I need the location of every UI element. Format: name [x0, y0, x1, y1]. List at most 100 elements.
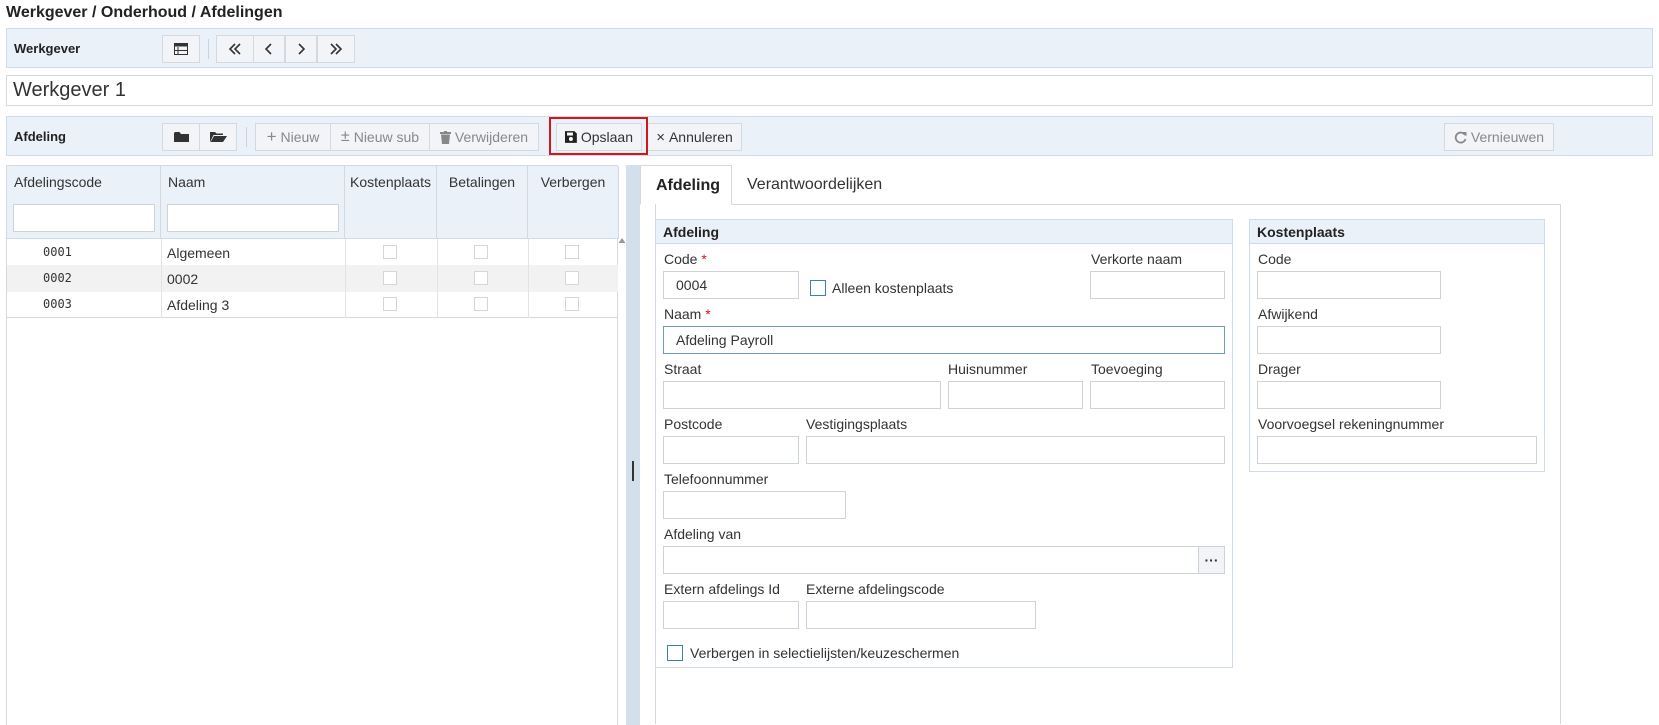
previous-record-button[interactable] [253, 35, 285, 63]
column-header-betalingen[interactable]: Betalingen [437, 166, 528, 198]
filter-cell-naam [161, 198, 345, 239]
row-verbergen-checkbox[interactable] [565, 245, 579, 259]
afwijkend-field[interactable] [1257, 326, 1441, 354]
row-name: Afdeling 3 [167, 297, 230, 313]
pane-splitter[interactable] [626, 165, 640, 725]
telefoonnummer-field[interactable] [663, 491, 846, 519]
afwijkend-label: Afwijkend [1258, 306, 1318, 322]
next-record-button[interactable] [285, 35, 317, 63]
postcode-field[interactable] [663, 436, 799, 464]
extern-id-label: Extern afdelings Id [664, 581, 780, 597]
row-verbergen-checkbox[interactable] [565, 271, 579, 285]
filter-input-afdelingscode[interactable] [13, 204, 155, 232]
verkorte-naam-field[interactable] [1090, 271, 1225, 299]
afdeling-van-label: Afdeling van [664, 526, 742, 542]
filter-cell-afdelingscode [7, 198, 161, 239]
expand-folder-button[interactable] [199, 123, 237, 151]
filter-input-naam[interactable] [167, 204, 339, 232]
scroll-up-arrow-icon[interactable] [618, 237, 626, 245]
verbergen-label: Verbergen in selectielijsten/keuzescherm… [690, 645, 960, 661]
tab-verantwoordelijken[interactable]: Verantwoordelijken [747, 165, 897, 205]
plus-icon: + [266, 127, 277, 146]
trash-icon [439, 130, 451, 144]
naam-label: Naam * [664, 306, 711, 322]
row-betalingen-checkbox[interactable] [474, 271, 488, 285]
refresh-button-label: Vernieuwen [1470, 129, 1545, 145]
new-button[interactable]: + Nieuw [255, 123, 331, 151]
naam-field[interactable]: Afdeling Payroll [663, 326, 1225, 354]
drager-field[interactable] [1257, 381, 1441, 409]
werkgever-title: Werkgever 1 [6, 75, 1653, 106]
save-button-highlight [549, 117, 648, 155]
column-header-kostenplaats[interactable]: Kostenplaats [345, 166, 437, 198]
voorvoegsel-label: Voorvoegsel rekeningnummer [1258, 416, 1444, 432]
filter-cell-verbergen [528, 198, 619, 239]
vestigingsplaats-field[interactable] [806, 436, 1225, 464]
row-kostenplaats-checkbox[interactable] [383, 297, 397, 311]
refresh-button[interactable]: Vernieuwen [1444, 123, 1554, 151]
last-record-button[interactable] [317, 35, 355, 63]
kp-code-field[interactable] [1257, 271, 1441, 299]
afdeling-toolbar: Afdeling + Nieuw ± Nieuw sub Verwijderen O… [6, 116, 1653, 156]
alleen-kostenplaats-label: Alleen kostenplaats [832, 280, 954, 296]
delete-button[interactable]: Verwijderen [429, 123, 539, 151]
drager-label: Drager [1258, 361, 1301, 377]
column-header-naam[interactable]: Naam [161, 166, 345, 198]
huisnummer-label: Huisnummer [948, 361, 1028, 377]
row-kostenplaats-checkbox[interactable] [383, 245, 397, 259]
code-label: Code * [664, 251, 707, 267]
collapse-folder-button[interactable] [162, 123, 200, 151]
cancel-button[interactable]: × Annuleren [647, 123, 742, 151]
row-code: 0001 [43, 245, 72, 259]
double-chevron-left-icon [228, 43, 241, 55]
afdeling-van-field[interactable] [663, 546, 1199, 574]
kp-code-label: Code [1258, 251, 1292, 267]
afdeling-panel-title: Afdeling [656, 220, 1232, 244]
double-chevron-right-icon [330, 43, 343, 55]
tab-afdeling[interactable]: Afdeling [640, 165, 732, 205]
voorvoegsel-field[interactable] [1257, 436, 1537, 464]
row-name: 0002 [167, 271, 199, 287]
breadcrumb: Werkgever / Onderhoud / Afdelingen [6, 4, 283, 21]
chevron-left-icon [265, 43, 272, 55]
code-field[interactable]: 0004 [663, 271, 799, 299]
column-header-verbergen[interactable]: Verbergen [528, 166, 619, 198]
werkgever-label: Werkgever [14, 41, 81, 56]
verbergen-checkbox[interactable] [667, 645, 683, 661]
afdelingen-grid: Afdelingscode Naam Kostenplaats Betaling… [6, 165, 619, 725]
werkgever-toolbar: Werkgever [6, 28, 1653, 68]
table-row[interactable]: 0001 Algemeen [7, 239, 618, 266]
kostenplaats-panel-title: Kostenplaats [1250, 220, 1544, 244]
table-row[interactable]: 0002 0002 [7, 265, 618, 292]
list-view-button[interactable] [162, 35, 200, 63]
row-betalingen-checkbox[interactable] [474, 297, 488, 311]
toevoeging-field[interactable] [1090, 381, 1225, 409]
straat-field[interactable] [663, 381, 941, 409]
extern-id-field[interactable] [663, 601, 799, 629]
folder-open-icon [209, 132, 227, 142]
afdeling-toolbar-label: Afdeling [14, 129, 66, 144]
postcode-label: Postcode [664, 416, 723, 432]
toevoeging-label: Toevoeging [1091, 361, 1163, 377]
new-sub-button-label: Nieuw sub [353, 129, 420, 145]
ellipsis-icon: ··· [1204, 552, 1219, 568]
refresh-icon [1454, 131, 1467, 143]
table-row[interactable]: 0003 Afdeling 3 [7, 291, 618, 318]
alleen-kostenplaats-checkbox[interactable] [810, 280, 826, 296]
folder-icon [173, 132, 189, 142]
splitter-handle[interactable] [632, 461, 634, 481]
afdeling-van-lookup-button[interactable]: ··· [1198, 546, 1225, 574]
huisnummer-field[interactable] [948, 381, 1083, 409]
row-kostenplaats-checkbox[interactable] [383, 271, 397, 285]
row-betalingen-checkbox[interactable] [474, 245, 488, 259]
cancel-button-label: Annuleren [668, 129, 733, 145]
grid-header: Afdelingscode Naam Kostenplaats Betaling… [7, 166, 619, 239]
new-sub-button[interactable]: ± Nieuw sub [330, 123, 430, 151]
delete-button-label: Verwijderen [454, 129, 529, 145]
column-header-afdelingscode[interactable]: Afdelingscode [7, 166, 161, 198]
externe-code-field[interactable] [806, 601, 1036, 629]
row-verbergen-checkbox[interactable] [565, 297, 579, 311]
plus-minus-icon: ± [340, 128, 350, 145]
close-icon: × [656, 128, 665, 146]
first-record-button[interactable] [216, 35, 254, 63]
